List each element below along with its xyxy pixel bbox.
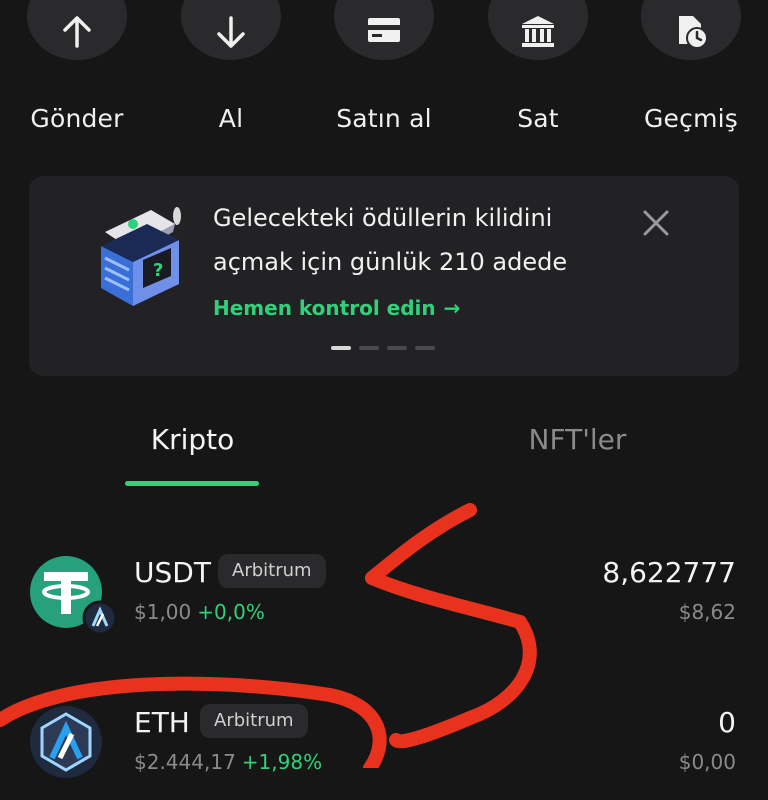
asset-row-usdt[interactable]: USDT Arbitrum $1,00 +0,0% 8,622777 $8,62	[0, 540, 768, 650]
send-label: Gönder	[30, 104, 124, 133]
network-badge: Arbitrum	[200, 704, 308, 738]
asset-symbol: ETH	[134, 706, 190, 739]
tab-nfts[interactable]: NFT'ler	[480, 423, 675, 456]
banner-text-line-1: Gelecekteki ödüllerin kilidini	[213, 204, 553, 232]
asset-tabs: Kripto NFT'ler	[0, 405, 768, 487]
carousel-dot[interactable]	[359, 346, 379, 350]
arrow-right-icon: →	[443, 296, 461, 320]
history-icon	[679, 16, 708, 49]
tab-crypto[interactable]: Kripto	[120, 423, 265, 456]
promo-banner[interactable]: ? Gelecekteki ödüllerin kilidini açmak i…	[29, 176, 739, 376]
network-badge: Arbitrum	[218, 554, 326, 588]
price-change: +0,0%	[197, 600, 265, 624]
asset-price: $2.444,17 +1,98%	[134, 750, 322, 774]
buy-button-circle[interactable]	[334, 0, 434, 60]
sell-button-circle[interactable]	[488, 0, 588, 60]
asset-row-eth[interactable]: ETH Arbitrum $2.444,17 +1,98% 0 $0,00	[0, 690, 768, 800]
asset-price: $1,00 +0,0%	[134, 600, 265, 624]
asset-amount: 8,622777	[602, 556, 736, 589]
quick-actions: Gönder Al Satın al Sat Geçmiş	[0, 0, 768, 150]
send-button-circle[interactable]	[27, 0, 127, 60]
arrow-down-icon	[217, 16, 245, 48]
close-icon[interactable]	[641, 208, 671, 238]
receive-label: Al	[218, 104, 244, 133]
banner-cta-label: Hemen kontrol edin	[213, 296, 436, 320]
history-button-circle[interactable]	[641, 0, 741, 60]
svg-text:?: ?	[153, 260, 163, 281]
buy-label: Satın al	[336, 104, 432, 133]
treasure-chest-icon: ?	[101, 207, 181, 306]
carousel-dot-active[interactable]	[331, 346, 351, 350]
sell-label: Sat	[517, 104, 559, 133]
arbitrum-icon	[30, 706, 102, 778]
carousel-dot[interactable]	[387, 346, 407, 350]
bank-icon	[522, 16, 554, 47]
carousel-dot[interactable]	[415, 346, 435, 350]
active-tab-indicator	[125, 481, 259, 486]
banner-cta-link[interactable]: Hemen kontrol edin →	[213, 296, 460, 320]
tether-icon	[30, 556, 116, 636]
asset-fiat-value: $0,00	[678, 750, 736, 774]
asset-fiat-value: $8,62	[678, 600, 736, 624]
arrow-up-icon	[63, 16, 91, 48]
receive-button-circle[interactable]	[181, 0, 281, 60]
card-icon	[368, 18, 400, 42]
price-change: +1,98%	[241, 750, 323, 774]
price-value: $1,00	[134, 600, 192, 624]
asset-symbol: USDT	[134, 556, 211, 589]
banner-text-line-2: açmak için günlük 210 adede	[213, 248, 568, 276]
history-label: Geçmiş	[643, 104, 739, 133]
asset-amount: 0	[718, 706, 736, 739]
price-value: $2.444,17	[134, 750, 236, 774]
